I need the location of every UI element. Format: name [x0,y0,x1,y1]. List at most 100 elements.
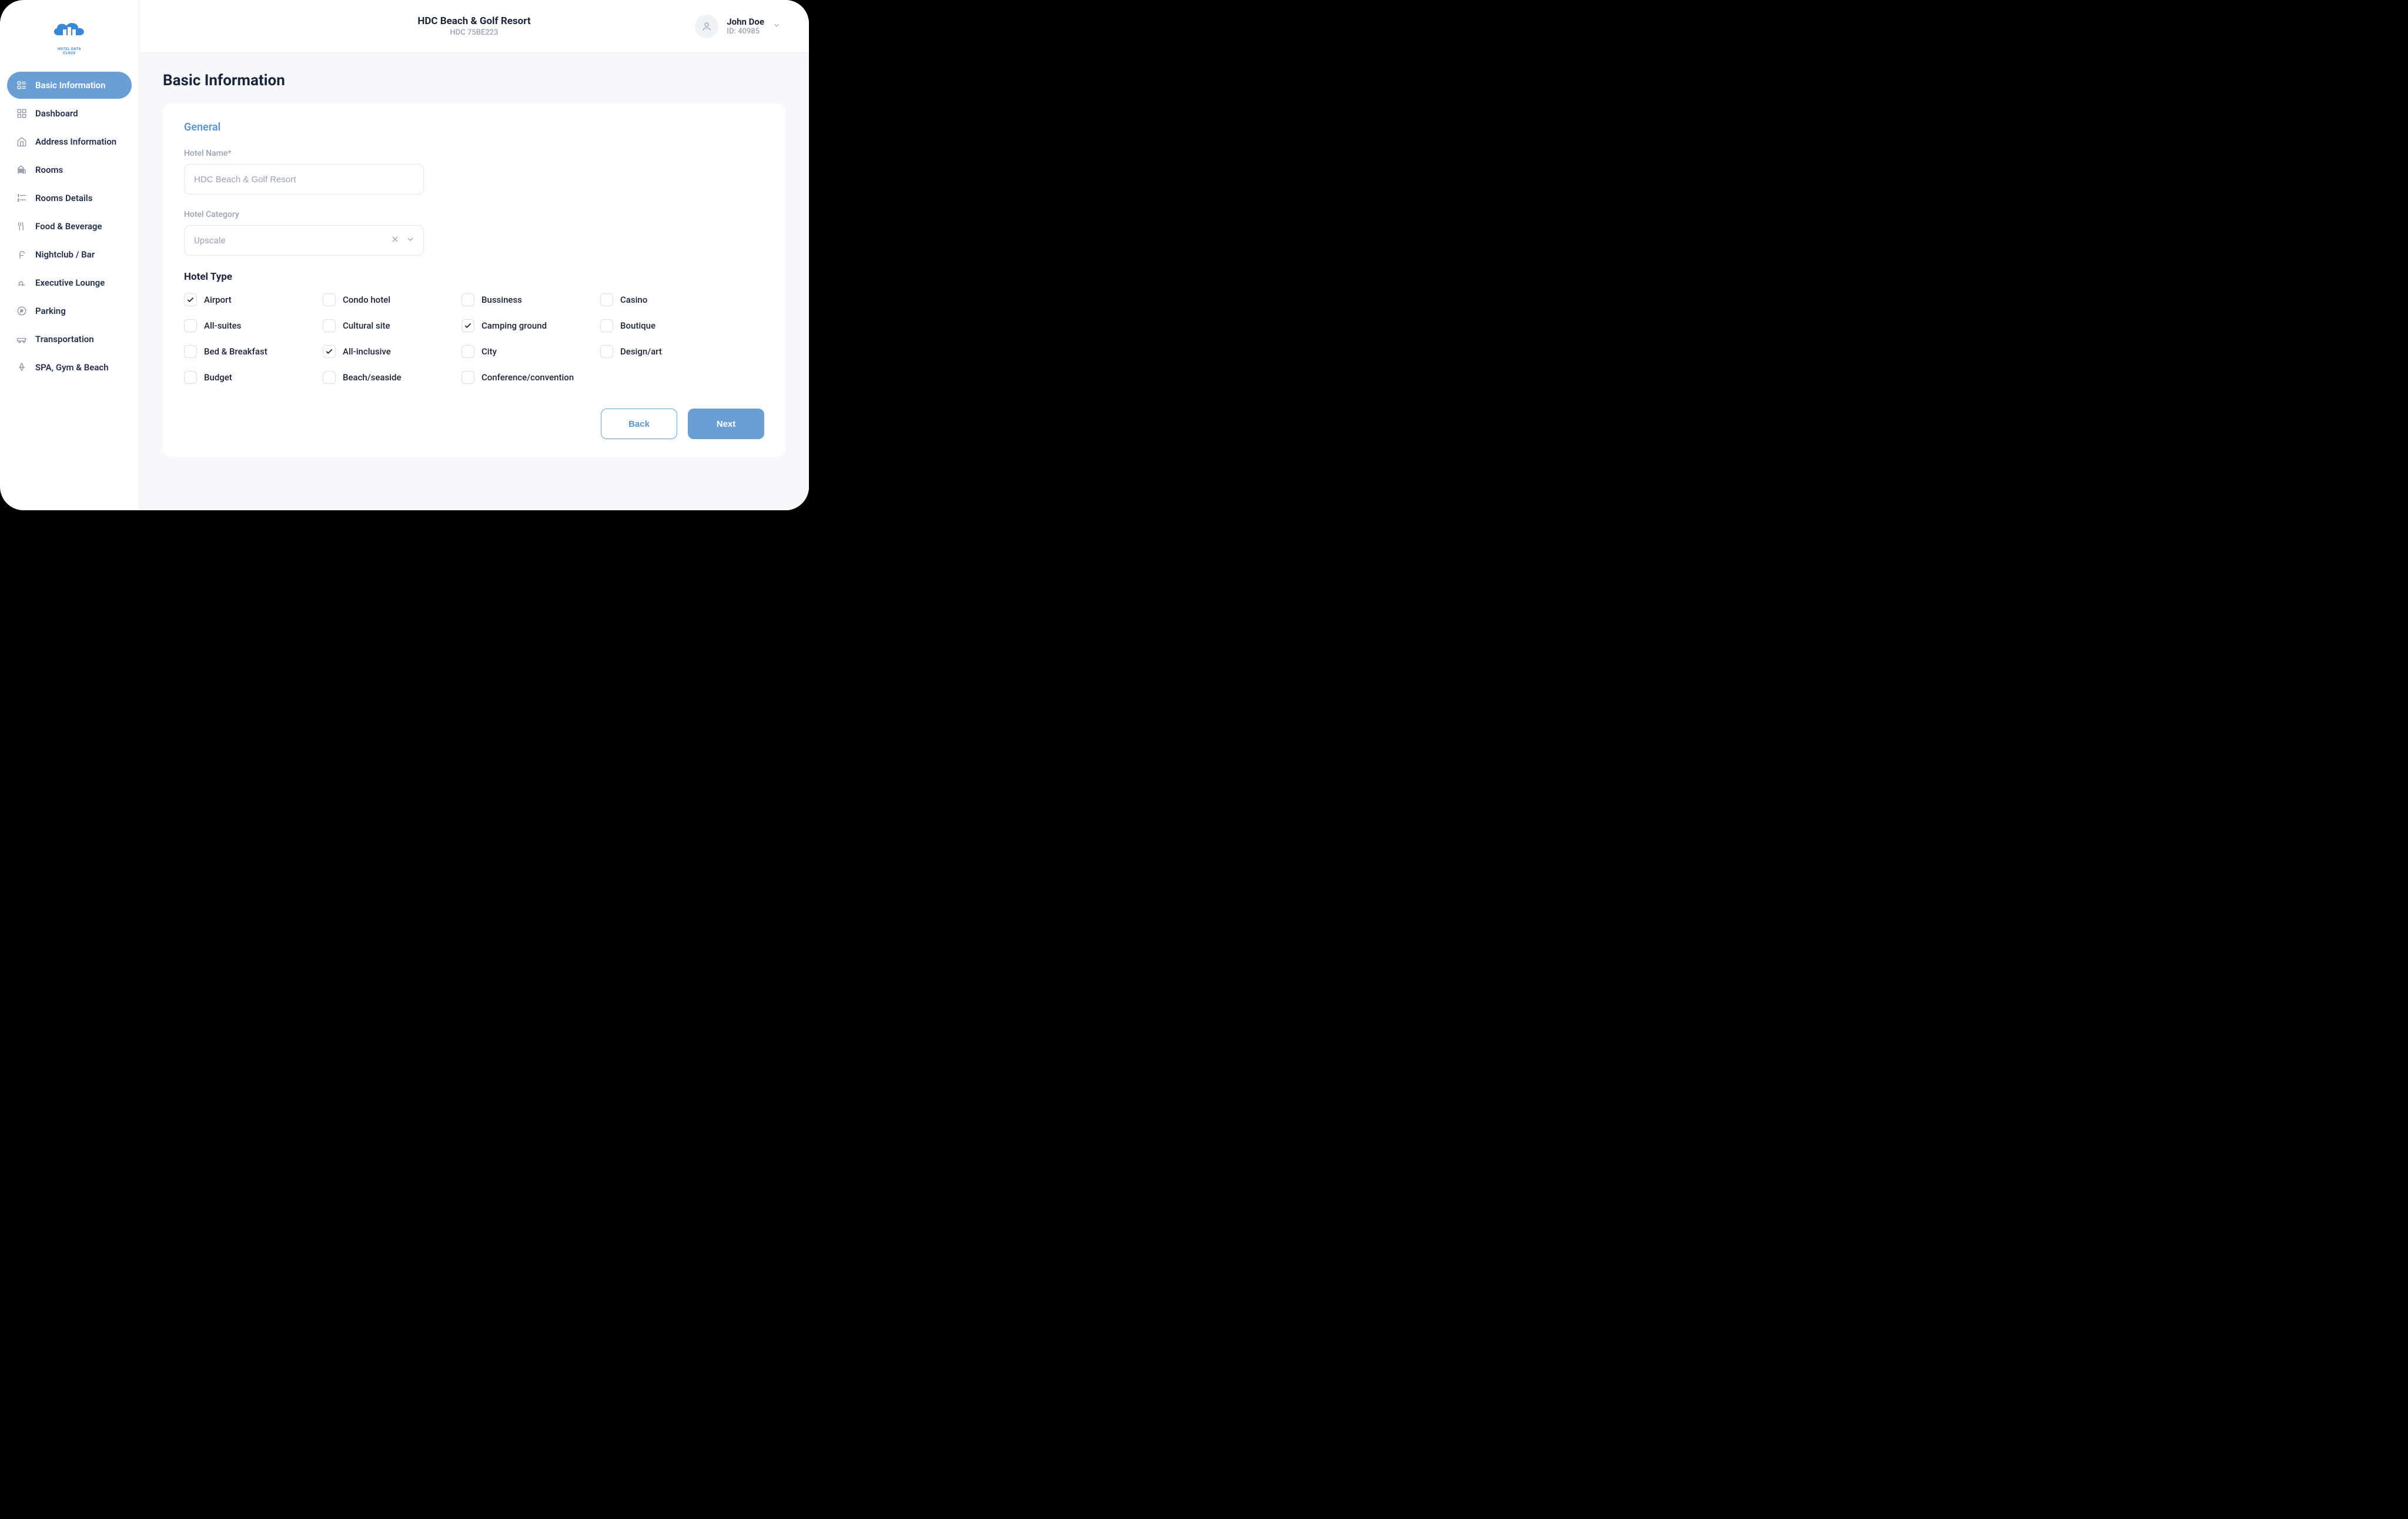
checkbox-label: All-inclusive [343,346,391,357]
back-button[interactable]: Back [601,409,677,439]
next-button[interactable]: Next [688,409,764,439]
hotel-type-option[interactable]: Condo hotel [323,293,452,306]
checkbox-label: Airport [204,295,232,305]
checkbox-icon [600,319,613,332]
nav-icon: P [16,306,27,316]
hotel-type-option[interactable]: Budget [184,371,313,384]
topbar: HDC Beach & Golf Resort HDC 75BE223 John… [139,0,809,53]
nav-icon [16,221,27,232]
hotel-type-option[interactable]: Bed & Breakfast [184,345,313,358]
checkbox-label: Casino [620,295,647,305]
main: HDC Beach & Golf Resort HDC 75BE223 John… [139,0,809,510]
user-name: John Doe [727,16,764,27]
checkbox-label: Beach/seaside [343,372,401,383]
hotel-type-option[interactable]: Casino [600,293,730,306]
user-id: ID: 40985 [727,27,764,36]
sidebar-item-label: Nightclub / Bar [35,249,95,260]
sidebar-item-label: Transportation [35,334,94,344]
hotel-type-option[interactable]: Camping ground [461,319,591,332]
section-general: General [184,121,764,133]
hotel-category-select[interactable]: Upscale [184,225,424,256]
hotel-type-option[interactable]: Beach/seaside [323,371,452,384]
nav-icon: 12 [16,193,27,203]
sidebar-item-label: Basic Information [35,80,106,91]
hotel-title: HDC Beach & Golf Resort [285,15,663,27]
nav-icon [16,277,27,288]
nav-icon [16,249,27,260]
checkbox-label: Bed & Breakfast [204,346,267,357]
checkbox-icon [461,293,474,306]
nav-icon [16,165,27,175]
checkbox-label: Bussiness [481,295,522,305]
sidebar-item-label: Address Information [35,136,116,147]
clear-icon[interactable] [390,235,400,246]
sidebar-item-parking[interactable]: P Parking [7,297,132,324]
checkbox-icon [184,371,197,384]
sidebar-item-rooms[interactable]: Rooms [7,156,132,183]
sidebar-item-basic-information[interactable]: Basic Information [7,72,132,99]
checkbox-icon [461,345,474,358]
sidebar-item-label: SPA, Gym & Beach [35,362,109,373]
checkbox-icon [323,319,336,332]
form-card: General Hotel Name* Hotel Category Upsca… [163,103,785,457]
sidebar-item-rooms-details[interactable]: 12 Rooms Details [7,185,132,212]
checkbox-icon [600,345,613,358]
sidebar-item-address-information[interactable]: Address Information [7,128,132,155]
hotel-category-value: Upscale [194,235,226,246]
avatar [695,15,718,38]
hotel-type-option[interactable]: Boutique [600,319,730,332]
hotel-type-option[interactable]: Cultural site [323,319,452,332]
svg-text:P: P [21,309,24,314]
chevron-down-icon[interactable] [406,235,415,246]
hotel-type-option[interactable]: All-suites [184,319,313,332]
sidebar-item-spa-gym-beach[interactable]: SPA, Gym & Beach [7,354,132,381]
user-menu[interactable]: John Doe ID: 40985 [663,15,781,38]
nav-icon [16,108,27,119]
hotel-name-input[interactable] [184,164,424,195]
checkbox-icon [323,345,336,358]
sidebar-item-label: Parking [35,306,66,316]
sidebar-item-nightclub-bar[interactable]: Nightclub / Bar [7,241,132,268]
sidebar-item-food-beverage[interactable]: Food & Beverage [7,213,132,240]
sidebar-item-label: Rooms Details [35,193,92,203]
checkbox-label: Conference/convention [481,372,574,383]
checkbox-icon [184,293,197,306]
hotel-type-option[interactable]: Design/art [600,345,730,358]
logo-text: HOTEL DATACLOUD [58,47,81,55]
nav-icon [16,362,27,373]
hotel-type-option[interactable]: Airport [184,293,313,306]
svg-text:1: 1 [18,194,19,198]
checkbox-icon [461,319,474,332]
checkbox-icon [323,293,336,306]
checkbox-label: Condo hotel [343,295,390,305]
nav-icon [16,334,27,344]
sidebar-item-dashboard[interactable]: Dashboard [7,100,132,127]
sidebar: HOTEL DATACLOUD Basic Information Dashboa… [0,0,139,510]
logo: HOTEL DATACLOUD [7,18,132,55]
checkbox-label: Design/art [620,346,662,357]
checkbox-label: Budget [204,372,232,383]
hotel-type-option[interactable]: All-inclusive [323,345,452,358]
hotel-name-label: Hotel Name* [184,149,764,158]
hotel-type-option[interactable]: City [461,345,591,358]
page-title: Basic Information [163,72,785,89]
hotel-code: HDC 75BE223 [285,28,663,37]
checkbox-icon [323,371,336,384]
sidebar-item-label: Dashboard [35,108,78,119]
sidebar-item-label: Executive Lounge [35,277,105,288]
sidebar-item-executive-lounge[interactable]: Executive Lounge [7,269,132,296]
checkbox-label: Boutique [620,320,655,331]
hotel-category-label: Hotel Category [184,210,764,219]
checkbox-label: All-suites [204,320,241,331]
hotel-type-option[interactable]: Bussiness [461,293,591,306]
sidebar-item-transportation[interactable]: Transportation [7,326,132,353]
checkbox-label: Camping ground [481,320,547,331]
hotel-type-grid: Airport Condo hotel Bussiness Casino All-sui… [184,293,764,384]
checkbox-icon [600,293,613,306]
hotel-type-option[interactable]: Conference/convention [461,371,591,384]
svg-text:2: 2 [18,198,20,202]
sidebar-item-label: Food & Beverage [35,221,102,232]
checkbox-icon [461,371,474,384]
checkbox-icon [184,319,197,332]
checkbox-label: City [481,346,497,357]
